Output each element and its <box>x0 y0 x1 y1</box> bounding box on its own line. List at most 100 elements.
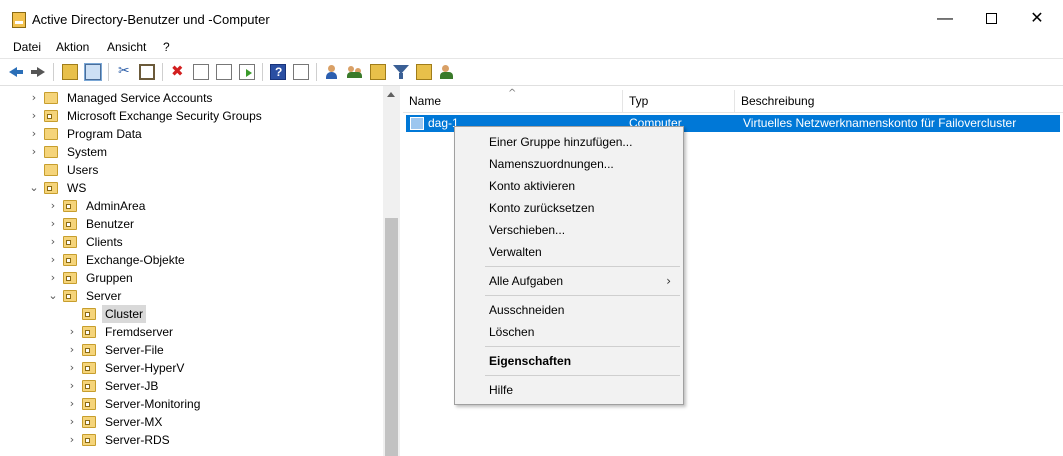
context-menu-item[interactable]: Verschieben... <box>455 219 683 241</box>
arrow-right-icon[interactable] <box>30 64 46 80</box>
ou-folder-icon <box>82 326 96 338</box>
menu-separator <box>485 295 680 296</box>
tree-item-label: Server-Monitoring <box>105 397 201 411</box>
context-menu-item[interactable]: Konto zurücksetzen <box>455 197 683 219</box>
tree-item-label: AdminArea <box>86 199 146 213</box>
toolbar <box>0 58 1063 86</box>
delegate-icon[interactable] <box>439 64 455 80</box>
context-menu-item-label: Hilfe <box>489 383 514 397</box>
context-menu-item[interactable]: Alle Aufgaben › <box>455 270 683 292</box>
scroll-thumb[interactable] <box>385 218 398 456</box>
menu-ansicht[interactable]: Ansicht <box>107 40 146 54</box>
minimize-button[interactable]: — <box>922 0 968 38</box>
console-tree-icon[interactable] <box>84 63 102 81</box>
copy-icon[interactable] <box>139 64 155 80</box>
maximize-button[interactable] <box>968 0 1014 38</box>
submenu-arrow-icon: › <box>666 274 671 288</box>
context-menu-item[interactable]: Eigenschaften <box>455 350 683 372</box>
expand-chevron-icon[interactable]: › <box>47 251 59 269</box>
menu-aktion[interactable]: Aktion <box>56 40 89 54</box>
arrow-left-icon[interactable] <box>8 64 24 80</box>
ou-folder-icon <box>63 236 77 248</box>
expand-chevron-icon[interactable]: › <box>66 431 78 449</box>
ou-folder-icon <box>82 308 96 320</box>
tree-item-label: Server-HyperV <box>105 361 185 375</box>
tree-item-label: Clients <box>86 235 123 249</box>
toolbar-separator <box>108 63 109 81</box>
menu-datei[interactable]: Datei <box>13 40 41 54</box>
expand-chevron-icon[interactable]: › <box>66 377 78 395</box>
context-menu-item[interactable]: Hilfe <box>455 379 683 401</box>
ou-folder-icon <box>82 380 96 392</box>
tree-item-label: Server <box>86 289 122 303</box>
ou-folder-icon <box>82 344 96 356</box>
new-user-icon[interactable] <box>324 64 340 80</box>
tree-item-label: Exchange-Objekte <box>86 253 185 267</box>
refresh-icon[interactable] <box>216 64 232 80</box>
show-pane-icon[interactable] <box>293 64 309 80</box>
scroll-up-icon[interactable] <box>387 92 395 97</box>
context-menu-item[interactable]: Ausschneiden <box>455 299 683 321</box>
expand-chevron-icon[interactable]: › <box>28 89 40 107</box>
ou-folder-icon <box>44 182 58 194</box>
export-list-icon[interactable] <box>239 64 255 80</box>
toolbar-separator <box>162 63 163 81</box>
expand-chevron-icon[interactable]: › <box>66 395 78 413</box>
expand-chevron-icon[interactable]: › <box>47 269 59 287</box>
context-menu-item-label: Konto zurücksetzen <box>489 201 595 215</box>
context-menu-item[interactable]: Löschen <box>455 321 683 343</box>
ad-app-icon <box>12 12 26 28</box>
context-menu-item-label: Konto aktivieren <box>489 179 576 193</box>
context-menu-item[interactable]: Verwalten <box>455 241 683 263</box>
expand-chevron-icon <box>66 305 78 323</box>
cut-icon[interactable] <box>117 63 133 80</box>
ou-folder-icon <box>63 290 77 302</box>
tree-item-label: Server-RDS <box>105 433 170 447</box>
computer-icon <box>410 117 424 130</box>
column-description[interactable]: Beschreibung <box>735 90 1063 112</box>
menu-help[interactable]: ? <box>163 40 170 54</box>
tree-item-label: WS <box>67 181 87 195</box>
context-menu-item[interactable]: Namenszuordnungen... <box>455 153 683 175</box>
tree-item-label: Microsoft Exchange Security Groups <box>67 109 262 123</box>
ou-folder-icon <box>63 272 77 284</box>
collapse-chevron-icon[interactable]: ⌄ <box>28 179 40 197</box>
new-ou-icon[interactable] <box>370 64 386 80</box>
properties-icon[interactable] <box>193 64 209 80</box>
toolbar-separator <box>262 63 263 81</box>
expand-chevron-icon <box>28 161 40 179</box>
ou-folder-icon <box>63 254 77 266</box>
expand-chevron-icon[interactable]: › <box>66 359 78 377</box>
up-folder-icon[interactable] <box>62 64 78 80</box>
close-button[interactable]: ✕ <box>1014 0 1060 38</box>
expand-chevron-icon[interactable]: › <box>66 323 78 341</box>
expand-chevron-icon[interactable]: › <box>28 107 40 125</box>
context-menu-item[interactable]: Konto aktivieren <box>455 175 683 197</box>
context-menu-item[interactable]: Einer Gruppe hinzufügen... <box>455 131 683 153</box>
delete-icon[interactable] <box>170 62 186 80</box>
context-menu-item-label: Einer Gruppe hinzufügen... <box>489 135 633 149</box>
ou-folder-icon <box>63 200 77 212</box>
column-type[interactable]: Typ <box>623 90 735 112</box>
expand-chevron-icon[interactable]: › <box>66 341 78 359</box>
folder-icon <box>44 92 58 104</box>
new-group-icon[interactable] <box>347 64 363 80</box>
expand-chevron-icon[interactable]: › <box>28 125 40 143</box>
menu-separator <box>485 346 680 347</box>
expand-chevron-icon[interactable]: › <box>47 215 59 233</box>
folder-icon <box>44 164 58 176</box>
folder-icon <box>44 128 58 140</box>
expand-chevron-icon[interactable]: › <box>66 413 78 431</box>
find-icon[interactable] <box>416 64 432 80</box>
expand-chevron-icon[interactable]: › <box>47 197 59 215</box>
filter-icon[interactable] <box>393 64 409 80</box>
collapse-chevron-icon[interactable]: ⌄ <box>47 287 59 305</box>
tree-item-label: Fremdserver <box>105 325 174 339</box>
tree-scrollbar[interactable] <box>383 86 400 456</box>
ou-folder-icon <box>82 434 96 446</box>
expand-chevron-icon[interactable]: › <box>47 233 59 251</box>
tree-item-label: Server-MX <box>105 415 163 429</box>
expand-chevron-icon[interactable]: › <box>28 143 40 161</box>
help-icon[interactable] <box>270 64 286 80</box>
context-menu: Einer Gruppe hinzufügen... Namenszuordnun… <box>454 126 684 405</box>
